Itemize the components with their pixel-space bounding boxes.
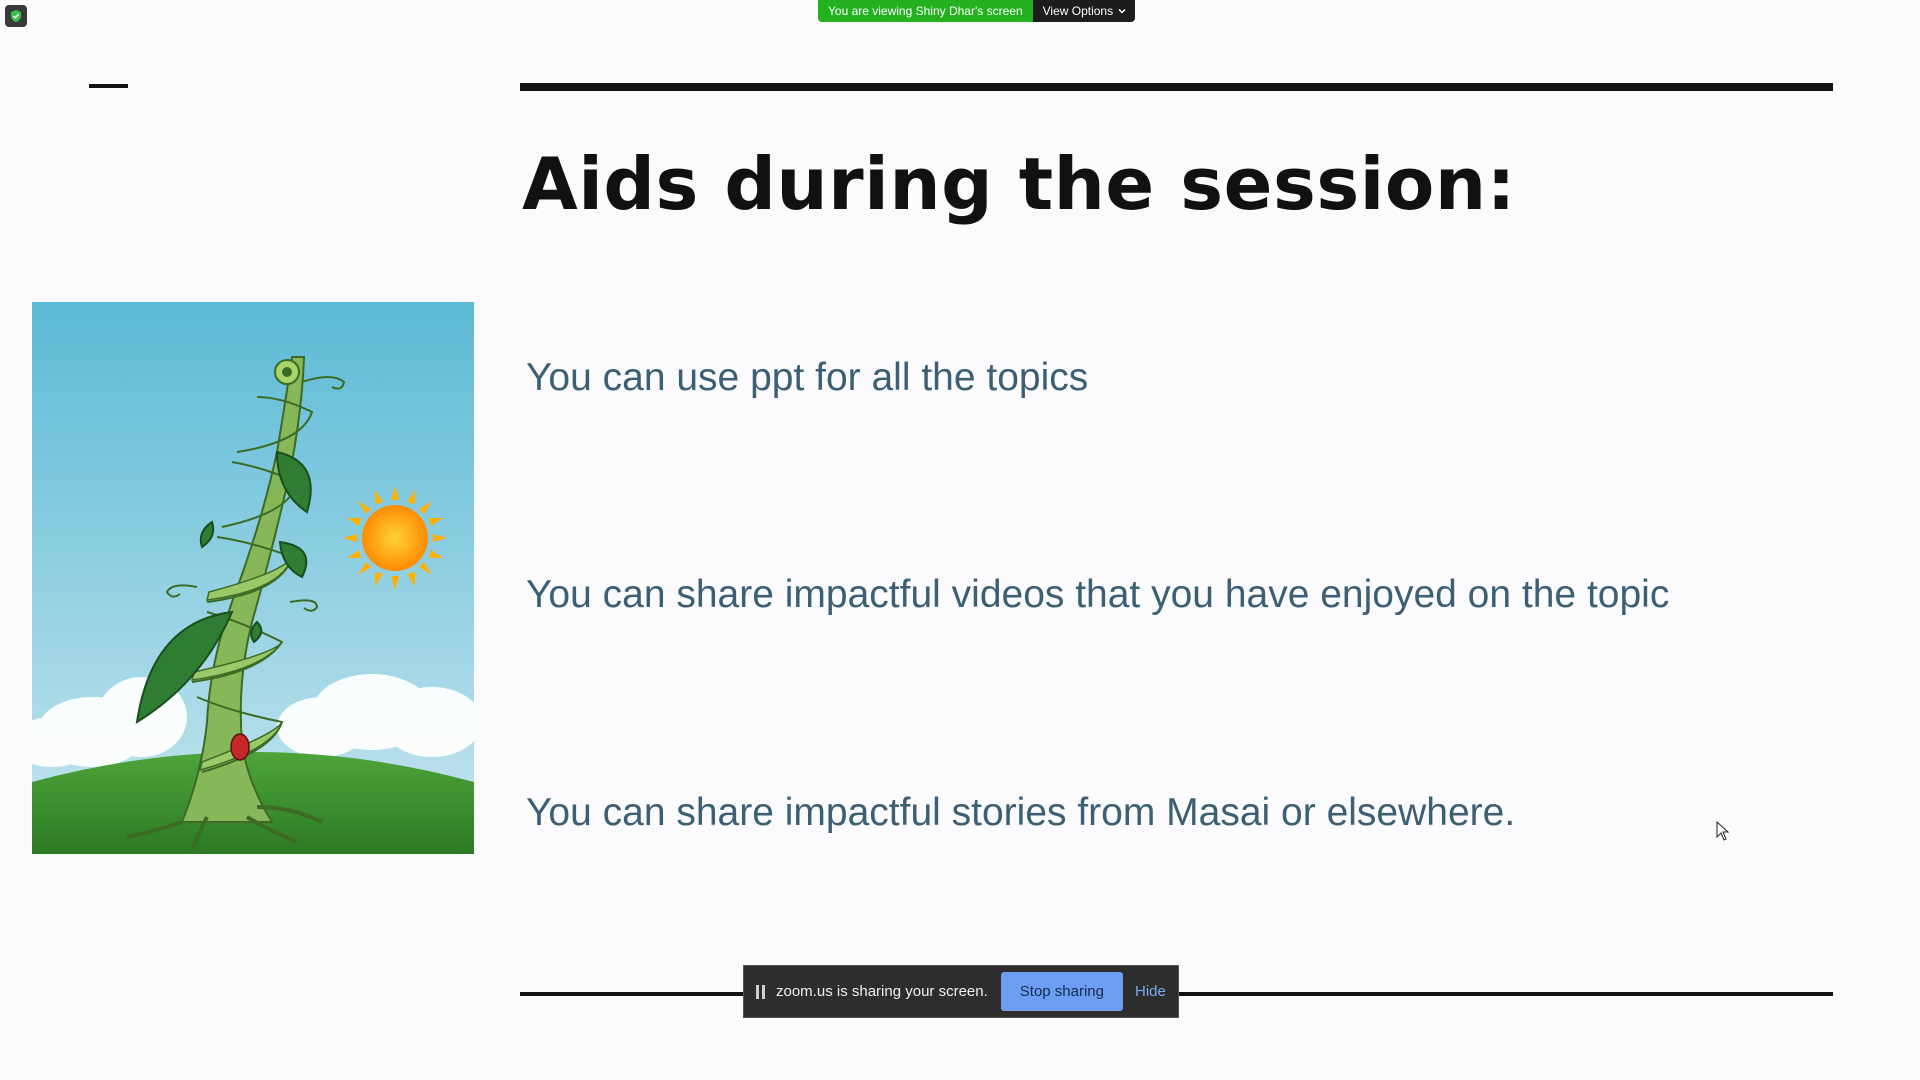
slide-top-rule (520, 83, 1833, 91)
slide-dash-decoration (89, 84, 128, 88)
sharing-status-text: zoom.us is sharing your screen. (776, 983, 988, 1000)
viewing-status-text: You are viewing Shiny Dhar's screen (818, 0, 1033, 22)
hide-toolbar-button[interactable]: Hide (1135, 983, 1166, 1000)
shield-icon (11, 10, 21, 22)
pause-icon[interactable] (756, 984, 766, 999)
security-badge[interactable] (5, 5, 27, 27)
view-options-label: View Options (1042, 4, 1114, 18)
beanstalk-illustration (32, 302, 474, 854)
view-options-button[interactable]: View Options (1032, 0, 1136, 22)
screen-share-toolbar: zoom.us is sharing your screen. Stop sha… (743, 965, 1179, 1018)
slide-title: Aids during the session: (522, 142, 1516, 226)
slide-bullet: You can share impactful stories from Mas… (526, 791, 1516, 834)
mouse-cursor-icon (1716, 821, 1730, 841)
chevron-down-icon (1118, 8, 1126, 14)
viewing-banner: You are viewing Shiny Dhar's screen View… (818, 0, 1136, 22)
stop-sharing-button[interactable]: Stop sharing (1000, 972, 1123, 1011)
shared-screen-view: You are viewing Shiny Dhar's screen View… (0, 0, 1920, 1080)
slide-bullet: You can use ppt for all the topics (526, 356, 1089, 399)
slide-bullet: You can share impactful videos that you … (526, 573, 1670, 616)
